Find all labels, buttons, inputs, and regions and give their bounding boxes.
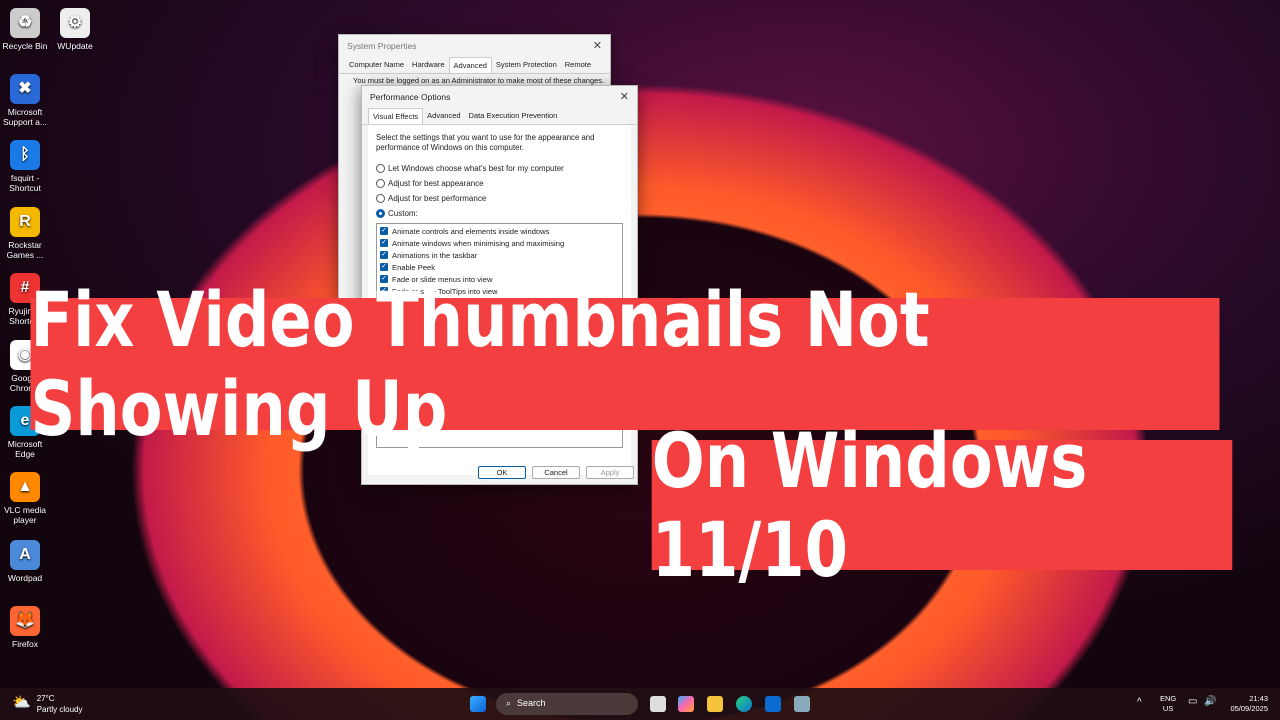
firefox-icon: 🦊	[10, 606, 40, 636]
language[interactable]: ENG	[1160, 694, 1176, 704]
effect-checkbox[interactable]: ✓ Enable Peek	[380, 261, 619, 273]
effect-checkbox[interactable]: ✓ Animate windows when minimising and max…	[380, 237, 619, 249]
outlook-icon[interactable]	[765, 696, 781, 712]
search-label: Search	[517, 698, 546, 708]
time: 21:43	[1249, 694, 1268, 703]
taskbar: ⛅ 27°C Partly cloudy ⌕ Search ^ ENG US ▭ 🔊 …	[0, 688, 1280, 720]
effect-checkbox[interactable]: ✓ Animate controls and elements inside wi…	[380, 225, 619, 237]
desktop-icon-0[interactable]: ♻ Recycle Bin	[0, 8, 50, 51]
tools-icon: ✖	[10, 74, 40, 104]
description: Select the settings that you want to use…	[376, 133, 595, 152]
vlc-icon: ▲	[10, 472, 40, 502]
title-banner-line1: Fix Video Thumbnails Not Showing Up	[30, 275, 1220, 453]
radio-label: Custom:	[388, 209, 418, 218]
radio-option[interactable]: Let Windows choose what's best for my co…	[376, 161, 623, 176]
tab[interactable]: Computer Name	[345, 57, 408, 73]
title-banner-line2: On Windows 11/10	[651, 416, 1233, 594]
chevron-up-icon[interactable]: ^	[1137, 697, 1142, 708]
tab-bar: Computer Name Hardware Advanced System Prot…	[339, 57, 610, 74]
checkbox-label: Enable Peek	[392, 262, 436, 272]
weather-temp: 27°C	[36, 694, 55, 703]
weather-desc: Partly cloudy	[36, 705, 83, 714]
clock[interactable]: 21:43 05/09/2025	[1230, 694, 1268, 714]
network-icon[interactable]: ▭	[1188, 696, 1197, 707]
cancel-button[interactable]: Cancel	[532, 466, 580, 479]
rockstar-icon: R	[10, 207, 40, 237]
tab[interactable]: Data Execution Prevention	[465, 108, 562, 124]
radio-option[interactable]: Custom:	[376, 206, 623, 221]
desktop-icon-label: Firefox	[12, 639, 38, 649]
recycle-bin-icon: ♻	[10, 8, 40, 38]
checkmark-icon[interactable]: ✓	[380, 263, 388, 271]
radio-label: Adjust for best performance	[388, 194, 487, 203]
radio-button[interactable]	[376, 209, 385, 218]
effect-checkbox[interactable]: ✓ Animations in the taskbar	[380, 249, 619, 261]
date: 05/09/2025	[1230, 704, 1268, 713]
tab[interactable]: Remote	[561, 57, 595, 73]
desktop-icon-label: Wordpad	[7, 573, 43, 583]
desktop-icon-label: VLC media player	[3, 505, 47, 525]
desktop-icon-10[interactable]: 🦊 Firefox	[0, 606, 50, 649]
weather-widget[interactable]: ⛅ 27°C Partly cloudy	[12, 693, 82, 715]
start-icon[interactable]	[470, 696, 486, 712]
system-properties-icon[interactable]	[794, 696, 810, 712]
volume-icon[interactable]: 🔊	[1204, 696, 1216, 707]
copilot-icon[interactable]	[678, 696, 694, 712]
desktop-icon-label: Recycle Bin	[2, 41, 48, 51]
desktop-icon-label: Microsoft Support a...	[3, 107, 47, 127]
wordpad-icon: A	[10, 540, 40, 570]
checkbox-label: Animate controls and elements inside win…	[392, 226, 550, 236]
search-box[interactable]: ⌕ Search	[496, 693, 638, 715]
radio-option[interactable]: Adjust for best appearance	[376, 176, 623, 191]
tab[interactable]: Visual Effects	[368, 108, 424, 124]
bluetooth-icon: ᛒ	[10, 140, 40, 170]
desktop-icon-1[interactable]: ⚙ WUpdate	[50, 8, 100, 51]
apply-button[interactable]: Apply	[586, 466, 634, 479]
desktop-icon-label: Rockstar Games ...	[6, 240, 44, 260]
desktop-icon-2[interactable]: ✖ Microsoft Support a...	[0, 74, 50, 127]
close-icon[interactable]: ✕	[620, 90, 629, 103]
weather-icon: ⛅	[12, 694, 31, 711]
file-explorer-icon[interactable]	[707, 696, 723, 712]
desktop-icon-label: fsquirt - Shortcut	[9, 173, 41, 193]
checkbox-label: Animations in the taskbar	[392, 250, 478, 260]
radio-label: Let Windows choose what's best for my co…	[388, 164, 564, 173]
tab[interactable]: System Protection	[492, 57, 561, 73]
tab[interactable]: Advanced	[423, 108, 464, 124]
radio-option[interactable]: Adjust for best performance	[376, 191, 623, 206]
checkbox-label: Animate windows when minimising and maxi…	[392, 238, 565, 248]
edge-icon[interactable]	[736, 696, 752, 712]
radio-label: Adjust for best appearance	[388, 179, 484, 188]
task-view-icon[interactable]	[650, 696, 666, 712]
ok-button[interactable]: OK	[478, 466, 526, 479]
desktop-icon-8[interactable]: ▲ VLC media player	[0, 472, 50, 525]
settings-icon: ⚙	[60, 8, 90, 38]
window-title: System Properties	[347, 41, 417, 51]
radio-button[interactable]	[376, 164, 385, 173]
checkmark-icon[interactable]: ✓	[380, 239, 388, 247]
radio-button[interactable]	[376, 179, 385, 188]
checkmark-icon[interactable]: ✓	[380, 251, 388, 259]
search-icon: ⌕	[506, 698, 512, 708]
desktop-icon-label: WUpdate	[57, 41, 93, 51]
radio-button[interactable]	[376, 194, 385, 203]
desktop-icon-9[interactable]: A Wordpad	[0, 540, 50, 583]
desktop-icon-3[interactable]: ᛒ fsquirt - Shortcut	[0, 140, 50, 193]
tab-bar: Visual Effects Advanced Data Execution Pre…	[362, 108, 637, 125]
close-icon[interactable]: ✕	[593, 39, 602, 52]
region[interactable]: US	[1160, 704, 1176, 714]
desktop-icon-4[interactable]: R Rockstar Games ...	[0, 207, 50, 260]
tab[interactable]: Hardware	[408, 57, 449, 73]
checkmark-icon[interactable]: ✓	[380, 227, 388, 235]
tab[interactable]: Advanced	[448, 57, 492, 73]
dialog-title: Performance Options	[370, 92, 451, 102]
